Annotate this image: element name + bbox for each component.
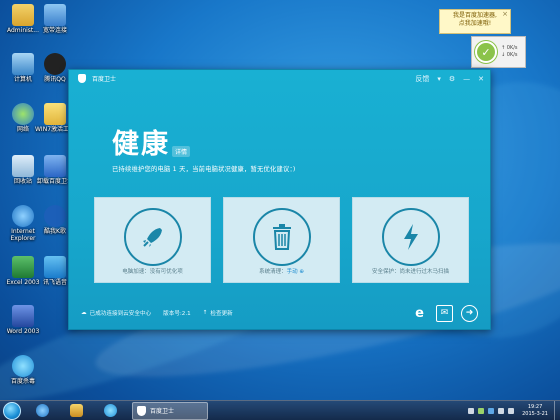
minimize-button[interactable]: —: [463, 75, 470, 83]
tray-shield-icon[interactable]: [488, 407, 495, 414]
card-cleanup[interactable]: 系统清理：手动 ⊕: [223, 197, 340, 283]
trash-icon: [253, 208, 311, 266]
feedback-button[interactable]: 反馈: [415, 74, 429, 84]
card-protection[interactable]: 安全保护：尚未进行过木马扫描: [352, 197, 469, 283]
window-status-bar: ☁ 已成功连接到云安全中心 版本号:2.1 ↑ 检查更新 e ✉ ➜: [69, 297, 490, 329]
close-button[interactable]: ✕: [478, 75, 484, 83]
health-status-title: 健康: [112, 129, 170, 160]
arrow-right-icon[interactable]: ➜: [461, 304, 478, 322]
taskbar-ie-icon[interactable]: [29, 402, 55, 420]
card-speedup[interactable]: 电脑加速：没有可优化项: [94, 197, 211, 283]
popup-line-2: 点我加速哦!: [458, 19, 492, 27]
taskbar: 百度卫士 19:27 2015-3-21: [0, 400, 560, 420]
tray-volume-icon[interactable]: [508, 407, 515, 414]
cloud-icon: ☁: [81, 310, 87, 316]
upload-speed: ↑ 0K/s: [501, 44, 518, 51]
shield-logo-icon: [78, 74, 86, 83]
card-speedup-caption: 电脑加速：没有可优化项: [122, 269, 183, 275]
health-status-subtitle: 已持续维护您的电脑 1 天，当前电脑状况健康，暂无优化建议：): [112, 166, 296, 173]
popup-close-button[interactable]: ×: [502, 10, 508, 19]
check-icon: ✓: [475, 41, 497, 63]
baidu-antivirus-icon: [12, 355, 34, 377]
network-icon: [12, 103, 34, 125]
clock[interactable]: 19:27 2015-3-21: [522, 404, 548, 418]
show-desktop-button[interactable]: [554, 401, 560, 420]
settings-button[interactable]: ⚙: [449, 75, 455, 83]
feature-cards: 电脑加速：没有可优化项 系统清理：手动 ⊕ 安全保护：尚未进行过木马扫描: [94, 197, 469, 283]
lightning-icon: [382, 208, 440, 266]
recycle-bin-icon: [12, 155, 34, 177]
desktop-icon-word[interactable]: Word 2003: [3, 305, 43, 336]
window-titlebar[interactable]: 百度卫士 反馈 ▾ ⚙ — ✕: [69, 70, 490, 87]
taskbar-explorer-icon[interactable]: [63, 402, 89, 420]
download-speed: ↓ 0K/s: [501, 52, 518, 58]
desktop-icon-baidu-antivirus[interactable]: 百度杀毒: [3, 355, 43, 386]
accelerator-tooltip[interactable]: × 我是百度加速器, 点我加速哦!: [439, 9, 511, 34]
excel-icon: [12, 256, 34, 278]
shield-icon: [137, 405, 146, 416]
baidu-guard-window: 百度卫士 反馈 ▾ ⚙ — ✕ 健康 详情 已持续维护您的电脑 1 天，当前电脑状…: [68, 69, 491, 330]
voice-icon: [44, 256, 66, 278]
user-folder-icon: [12, 4, 34, 26]
menu-dropdown-button[interactable]: ▾: [437, 75, 441, 83]
taskbar-baidu-icon[interactable]: [97, 402, 123, 420]
tray-flag-icon[interactable]: [498, 407, 505, 414]
desktop-icon-broadband[interactable]: 宽带连接: [35, 4, 75, 35]
window-title: 百度卫士: [92, 76, 117, 83]
start-button[interactable]: [3, 401, 21, 420]
details-link[interactable]: 详情: [172, 146, 191, 157]
folder-icon: [44, 103, 66, 125]
tray-arrow-icon[interactable]: [468, 407, 475, 414]
network-connection-icon: [44, 4, 66, 26]
arrow-up-icon: ↑: [202, 310, 208, 316]
qq-icon: [44, 53, 66, 75]
ie-icon: [12, 205, 34, 227]
tray-network-icon[interactable]: [478, 407, 485, 414]
version-label: 版本号:2.1: [163, 311, 191, 317]
system-tray: 19:27 2015-3-21: [468, 404, 554, 418]
popup-line-1: 我是百度加速器,: [453, 12, 497, 19]
ie-repair-icon[interactable]: e: [411, 305, 428, 322]
uninstall-shield-icon: [44, 155, 66, 177]
cloud-status: ☁ 已成功连接到云安全中心: [81, 310, 152, 317]
rocket-icon: [124, 208, 182, 266]
mail-icon[interactable]: ✉: [436, 304, 453, 322]
kuwo-icon: [44, 205, 66, 227]
card-protection-caption: 安全保护：尚未进行过木马扫描: [371, 269, 449, 275]
card-cleanup-caption: 系统清理：: [259, 269, 287, 275]
word-icon: [12, 305, 34, 327]
computer-icon: [12, 53, 34, 75]
speed-widget[interactable]: ✓ ↑ 0K/s ↓ 0K/s: [471, 36, 526, 68]
check-update-link[interactable]: ↑ 检查更新: [203, 309, 233, 317]
taskbar-baidu-guard[interactable]: 百度卫士: [132, 401, 208, 420]
health-summary: 健康 详情 已持续维护您的电脑 1 天，当前电脑状况健康，暂无优化建议：): [112, 122, 296, 173]
card-cleanup-link[interactable]: 手动 ⊕: [287, 269, 304, 275]
